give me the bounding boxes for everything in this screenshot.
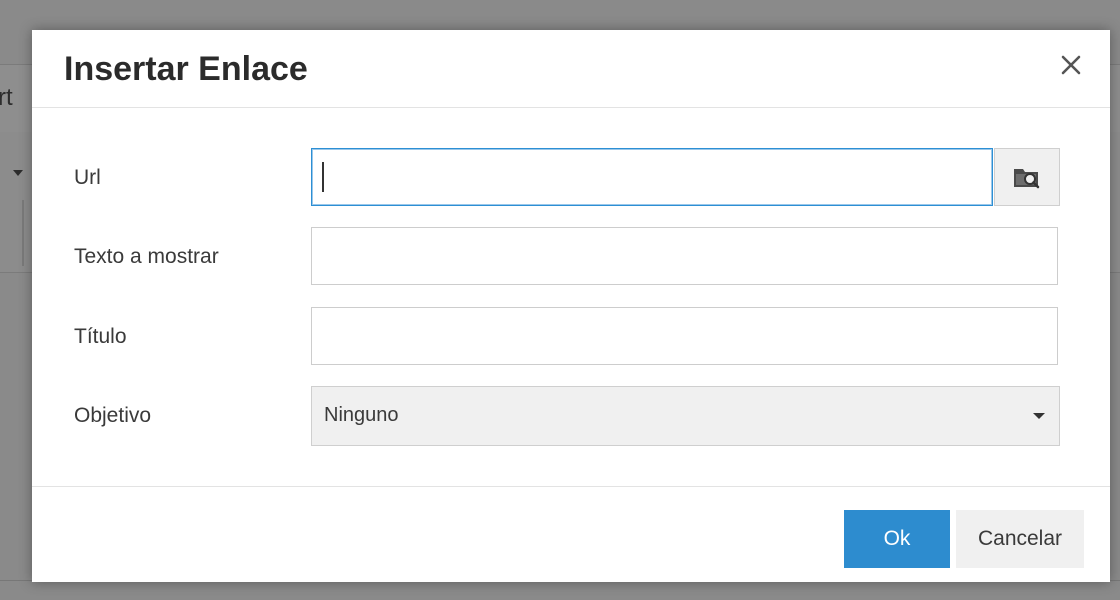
close-button[interactable] <box>1054 48 1088 82</box>
cancel-button[interactable]: Cancelar <box>956 510 1084 568</box>
url-input[interactable] <box>311 148 993 206</box>
title-input[interactable] <box>311 307 1058 365</box>
toolbar-divider <box>22 200 24 266</box>
title-label: Título <box>74 325 127 348</box>
close-icon <box>1061 55 1081 75</box>
dialog-footer: Ok Cancelar <box>32 486 1110 583</box>
display-text-input[interactable] <box>311 227 1058 285</box>
display-text-row: Texto a mostrar <box>32 227 1110 287</box>
text-cursor <box>322 162 324 192</box>
editor-statusbar <box>0 580 1120 600</box>
target-row: Objetivo Ninguno <box>32 386 1110 446</box>
menubar-item-fragment: rt <box>0 84 13 111</box>
target-select-value: Ninguno <box>324 404 399 426</box>
insert-link-dialog: Insertar Enlace Url Texto a mostrar Títu… <box>32 30 1110 582</box>
toolbar-caret-icon <box>13 170 23 176</box>
display-text-label: Texto a mostrar <box>74 245 219 268</box>
dialog-title: Insertar Enlace <box>64 50 308 88</box>
title-row: Título <box>32 307 1110 367</box>
folder-search-icon <box>1014 169 1040 189</box>
target-label: Objetivo <box>74 404 152 427</box>
ok-button[interactable]: Ok <box>844 510 950 568</box>
target-select[interactable]: Ninguno <box>311 386 1060 446</box>
url-label: Url <box>74 166 101 189</box>
dialog-header: Insertar Enlace <box>32 30 1110 108</box>
url-row: Url <box>32 148 1110 208</box>
browse-button[interactable] <box>994 148 1060 206</box>
chevron-down-icon <box>1033 413 1045 419</box>
